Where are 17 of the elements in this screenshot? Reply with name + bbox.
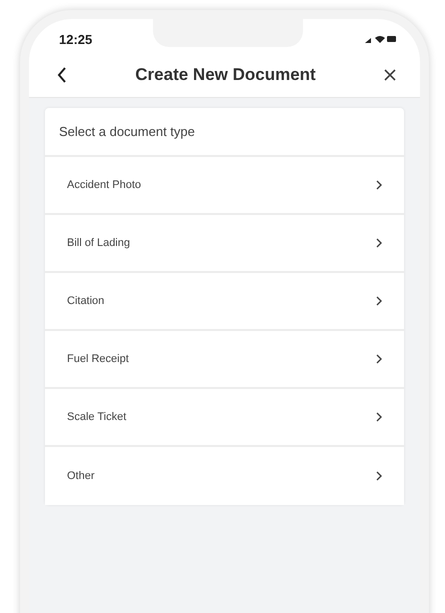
document-type-item[interactable]: Scale Ticket [45,389,404,447]
document-type-item[interactable]: Citation [45,273,404,331]
chevron-right-icon [376,238,382,248]
document-type-item[interactable]: Bill of Lading [45,215,404,273]
status-time: 12:25 [59,32,92,46]
chevron-right-icon [376,354,382,364]
chevron-right-icon [376,296,382,306]
chevron-right-icon [376,412,382,422]
chevron-right-icon [376,471,382,481]
document-type-item[interactable]: Fuel Receipt [45,331,404,389]
document-type-item[interactable]: Accident Photo [45,157,404,215]
close-icon [384,69,396,81]
status-icons [364,34,398,44]
document-type-item[interactable]: Other [45,447,404,505]
chevron-left-icon [57,67,67,83]
chevron-right-icon [376,180,382,190]
screen-title: Create New Document [135,65,316,85]
